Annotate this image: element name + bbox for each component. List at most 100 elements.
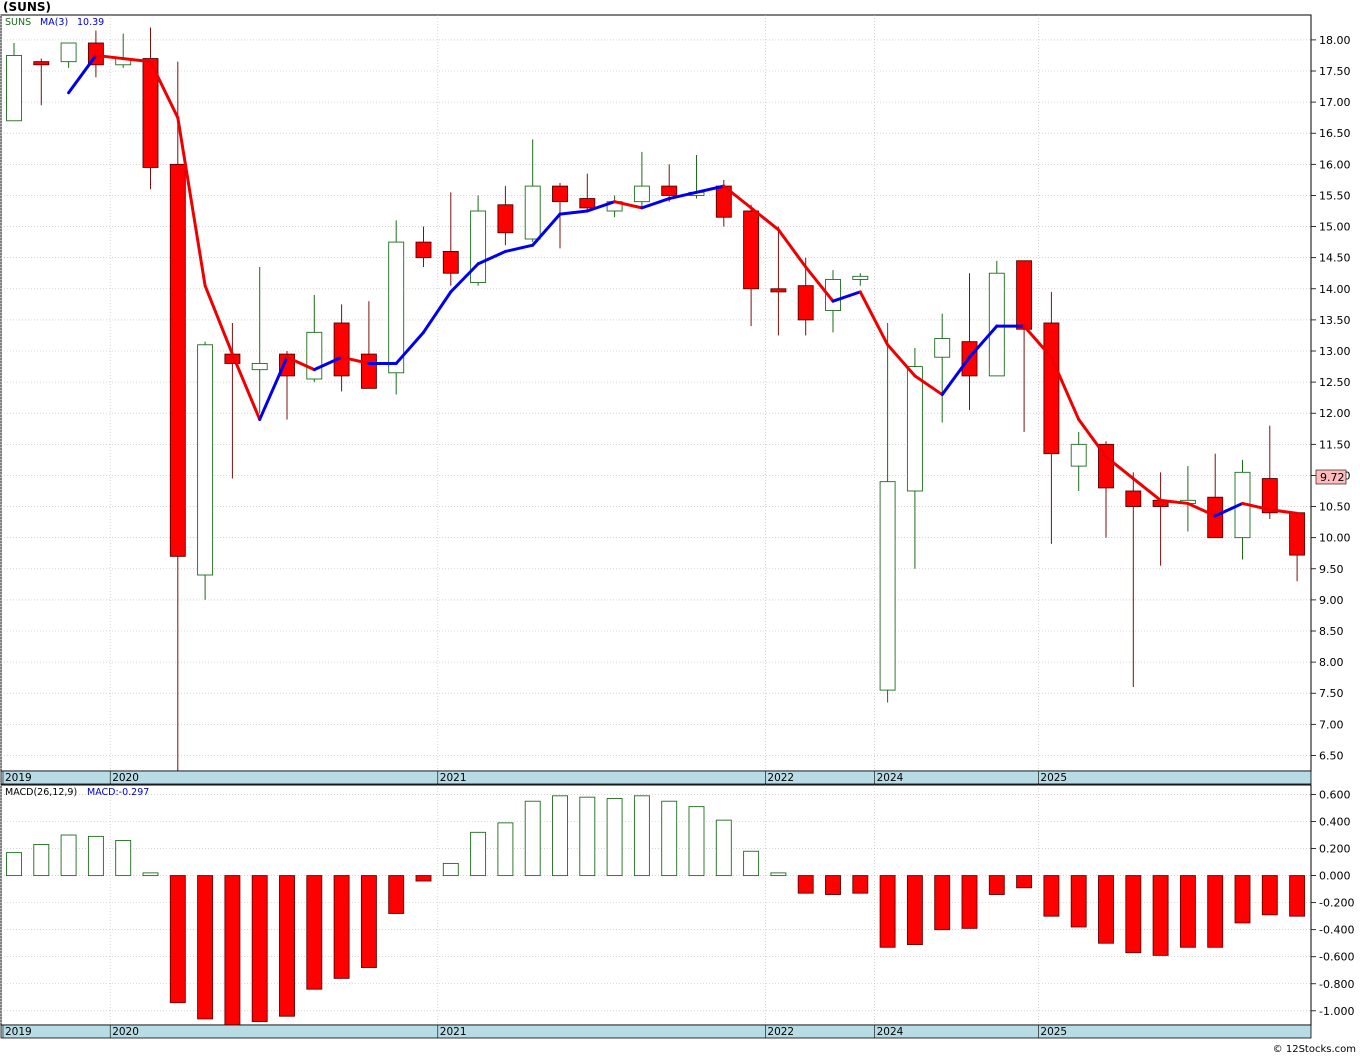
price-tick-label: 9.00 <box>1319 594 1344 607</box>
year-label: 2025 <box>1040 772 1067 784</box>
macd-x-axis-band <box>0 1024 1312 1039</box>
macd-bar <box>497 822 514 877</box>
macd-tick-label: -0.600 <box>1319 951 1354 964</box>
price-tick-label: 15.50 <box>1319 189 1351 202</box>
candle-body <box>6 54 22 122</box>
macd-bar <box>906 875 923 945</box>
macd-bar <box>251 875 268 1023</box>
macd-bar <box>470 831 487 877</box>
candle-body <box>906 366 923 492</box>
macd-tick-label: 0.400 <box>1319 816 1351 829</box>
price-tick-label: 13.50 <box>1319 314 1351 327</box>
macd-tick-label: 0.000 <box>1319 870 1351 883</box>
macd-bar <box>1289 875 1306 917</box>
candle-body <box>415 241 432 259</box>
macd-bar <box>688 806 705 877</box>
macd-bar <box>169 875 186 1004</box>
macd-bar <box>279 875 295 1017</box>
macd-bar <box>6 852 22 877</box>
macd-legend-label: MACD(26,12,9) <box>5 787 77 798</box>
price-tick-label: 7.00 <box>1319 718 1344 731</box>
candle-body <box>1289 512 1306 556</box>
candle-body <box>1207 496 1224 539</box>
candle-body <box>524 185 541 240</box>
macd-y-axis: 0.600 0.400 0.200 0.000 -0.200 -0.400 -0.600 -0… <box>1311 788 1354 1018</box>
macd-bar <box>224 875 241 1027</box>
legend-ma-label: MA(3) <box>40 17 68 28</box>
macd-bar <box>1016 875 1033 889</box>
candle-body <box>251 362 268 371</box>
year-label: 2022 <box>767 772 794 784</box>
year-label: 2019 <box>5 772 32 784</box>
price-tick-label: 15.00 <box>1319 221 1351 234</box>
year-label: 2025 <box>1040 1026 1067 1038</box>
candle-body <box>388 241 405 374</box>
year-label: 2021 <box>440 772 467 784</box>
macd-bar <box>415 875 432 882</box>
candle-body <box>470 210 487 284</box>
candle-body <box>33 61 50 66</box>
macd-bar <box>360 875 377 968</box>
macd-bar <box>961 875 978 929</box>
macd-bar <box>743 850 760 877</box>
candle-body <box>552 185 568 203</box>
macd-bar <box>579 796 596 877</box>
macd-bar <box>87 835 104 877</box>
candle-body <box>934 338 951 358</box>
macd-legend-value: MACD:-0.297 <box>87 787 149 798</box>
macd-bar <box>1152 875 1169 956</box>
price-tick-label: 7.50 <box>1319 687 1344 700</box>
macd-bar <box>1070 875 1087 928</box>
candle-body <box>633 185 650 203</box>
year-label: 2024 <box>877 772 904 784</box>
macd-bar <box>661 800 678 877</box>
price-tick-label: 16.50 <box>1319 127 1351 140</box>
price-panel: 18.00 17.50 17.00 16.50 16.00 15.50 15.00 14.50… <box>0 14 1351 772</box>
footer-credit: © 12Stocks.com <box>1273 1044 1356 1055</box>
macd-bar <box>715 819 732 877</box>
stock-chart: (SUNS) 18.00 17.50 17.00 16.50 16.00 15.50 15.… <box>0 0 1356 1055</box>
candle-body <box>497 204 514 234</box>
macd-bar <box>333 875 350 979</box>
macd-bar <box>1207 875 1224 948</box>
macd-bar <box>1098 875 1114 944</box>
candle-body <box>60 42 77 63</box>
price-tick-label: 12.50 <box>1319 376 1351 389</box>
macd-bar <box>633 795 650 877</box>
macd-tick-label: -0.200 <box>1319 897 1354 910</box>
macd-bar <box>879 875 896 948</box>
macd-bar <box>524 800 541 877</box>
macd-bar <box>1179 875 1196 948</box>
price-x-axis-band <box>0 770 1312 785</box>
price-x-axis: 2019 2020 2021 2022 2024 2025 <box>0 770 1312 785</box>
candle-body <box>743 210 760 290</box>
price-tick-label: 10.50 <box>1319 501 1351 514</box>
candle-body <box>797 285 814 321</box>
macd-bar <box>1234 875 1251 924</box>
candle-body <box>442 250 459 274</box>
candle-body <box>1043 322 1060 455</box>
candle-body <box>169 163 186 557</box>
macd-bar <box>988 875 1005 895</box>
price-tick-label: 10.00 <box>1319 532 1351 545</box>
candle-body <box>661 185 678 196</box>
macd-bar <box>60 834 77 877</box>
macd-bar <box>388 875 405 914</box>
macd-x-axis: 2019 2020 2021 2022 2024 2025 <box>0 1024 1312 1039</box>
macd-bar <box>552 795 568 877</box>
year-label: 2020 <box>112 772 139 784</box>
macd-bar <box>115 839 132 877</box>
price-tick-label: 8.00 <box>1319 656 1344 669</box>
macd-bar <box>606 798 623 877</box>
candle-body <box>579 198 596 209</box>
price-y-axis: 18.00 17.50 17.00 16.50 16.00 15.50 15.00 14.50… <box>1311 34 1351 762</box>
macd-bar <box>306 875 323 990</box>
macd-bar <box>442 862 459 877</box>
candle-body <box>770 288 787 293</box>
candle-body <box>879 481 896 691</box>
macd-tick-label: -0.800 <box>1319 978 1354 991</box>
macd-bar <box>1261 875 1278 916</box>
year-label: 2019 <box>5 1026 32 1038</box>
price-tick-label: 13.00 <box>1319 345 1351 358</box>
price-tick-label: 11.50 <box>1319 438 1351 451</box>
